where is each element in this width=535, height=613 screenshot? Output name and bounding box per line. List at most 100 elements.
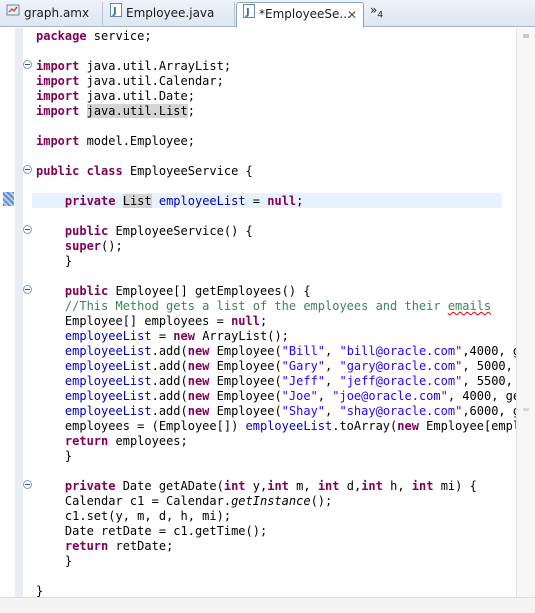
java-file-icon: J xyxy=(243,3,255,26)
code-token: Employee[empl xyxy=(418,419,521,433)
code-token: null xyxy=(231,314,260,328)
overview-ruler[interactable] xyxy=(516,28,535,598)
code-line: employeeList = new ArrayList(); xyxy=(36,329,520,344)
fold-collapse-icon[interactable] xyxy=(23,480,32,489)
code-line: package service; xyxy=(36,29,520,44)
code-token: new xyxy=(187,389,210,403)
code-token: Date getADate( xyxy=(115,479,224,493)
code-token: "Bill" xyxy=(281,344,326,358)
code-token: Date retDate = c1.getTime(); xyxy=(36,524,268,538)
code-token: new xyxy=(187,359,210,373)
code-token: public xyxy=(64,284,109,298)
tab-graph-amx[interactable]: graph.amx xyxy=(0,2,103,27)
code-token: ,4000, g xyxy=(462,344,521,358)
code-token: } xyxy=(36,254,73,268)
java-file-icon: J xyxy=(110,2,122,25)
code-token: public xyxy=(36,164,80,178)
code-line: private List employeeList = null; xyxy=(36,194,520,209)
code-token: , xyxy=(325,359,340,373)
code-token: "Jeff" xyxy=(281,374,326,388)
tab-employee-java[interactable]: J Employee.java xyxy=(104,2,235,27)
code-token: java.util.Calendar; xyxy=(79,74,224,88)
code-line: ​ xyxy=(36,464,520,479)
code-token: int xyxy=(223,479,246,493)
tab-overflow-button[interactable]: »4 xyxy=(370,3,383,22)
code-token: Employee( xyxy=(209,404,282,418)
code-line: return retDate; xyxy=(36,539,520,554)
code-line: ​ xyxy=(36,119,520,134)
fold-collapse-icon[interactable] xyxy=(23,225,32,234)
code-token: class xyxy=(86,164,123,178)
code-token: , 5000, xyxy=(462,359,521,373)
fold-collapse-icon[interactable] xyxy=(23,165,32,174)
code-token: "bill@oracle.com" xyxy=(339,344,463,358)
code-token: import xyxy=(36,74,80,88)
code-token: service; xyxy=(86,29,152,43)
code-token: EmployeeService { xyxy=(122,164,253,178)
code-token: import xyxy=(36,134,80,148)
code-token: return xyxy=(64,434,109,448)
code-token: Employee( xyxy=(209,374,282,388)
code-line: employeeList.add(new Employee("Shay", "s… xyxy=(36,404,520,419)
code-token: h, xyxy=(382,479,412,493)
code-token: employeeList xyxy=(64,374,152,388)
code-token: retDate; xyxy=(108,539,174,553)
code-editor[interactable]: package service;​import java.util.ArrayL… xyxy=(36,29,520,599)
code-token: return xyxy=(64,539,109,553)
code-line: private Date getADate(int y,int m, int d… xyxy=(36,479,520,494)
code-token: "joe@oracle.com" xyxy=(332,389,448,403)
fold-collapse-icon[interactable] xyxy=(23,285,32,294)
tab-label: *EmployeeSe... xyxy=(259,7,351,21)
fold-collapse-icon[interactable] xyxy=(23,60,32,69)
close-icon[interactable]: ✕ xyxy=(347,4,357,27)
code-token: (); xyxy=(310,494,333,508)
code-line: employeeList.add(new Employee("Gary", "g… xyxy=(36,359,520,374)
code-line: employees = (Employee[]) employeeList.to… xyxy=(36,419,520,434)
code-token: ; xyxy=(296,194,304,208)
code-line: //This Method gets a list of the employe… xyxy=(36,299,520,314)
code-token: mi) { xyxy=(433,479,477,493)
code-token: emails xyxy=(447,299,492,313)
code-token: = xyxy=(151,329,174,343)
code-token: //This Method gets a list of the employe… xyxy=(64,299,448,313)
tab-label: graph.amx xyxy=(24,6,90,20)
code-line: ​ xyxy=(36,209,520,224)
code-line: ​ xyxy=(36,149,520,164)
code-token: new xyxy=(187,404,210,418)
code-token: "Joe" xyxy=(281,389,318,403)
code-line: import java.util.List; xyxy=(36,104,520,119)
code-token: Employee( xyxy=(209,344,282,358)
code-token: import xyxy=(36,59,80,73)
code-token: "Gary" xyxy=(281,359,326,373)
code-token: package xyxy=(36,29,87,43)
code-token: import xyxy=(36,89,80,103)
code-token: .toArray( xyxy=(332,419,398,433)
code-token: new xyxy=(397,419,419,433)
code-line: public class EmployeeService { xyxy=(36,164,520,179)
code-token: , 4000, ge xyxy=(447,389,521,403)
code-token: getInstance xyxy=(231,494,311,508)
code-line: ​ xyxy=(36,44,520,59)
tab-label: Employee.java xyxy=(126,6,215,20)
code-line: employeeList.add(new Employee("Bill", "b… xyxy=(36,344,520,359)
code-token: private xyxy=(64,194,116,208)
code-token: ArrayList(); xyxy=(194,329,289,343)
code-token: employeeList xyxy=(245,419,333,433)
tab-employee-service[interactable]: J *EmployeeSe... ✕ xyxy=(236,2,364,28)
code-token: java.util.List xyxy=(86,104,188,118)
horizontal-scrollbar[interactable] xyxy=(0,597,535,613)
code-token: model.Employee; xyxy=(79,134,195,148)
overview-warning-marker xyxy=(523,408,529,411)
code-token: = xyxy=(245,194,268,208)
code-line: } xyxy=(36,254,520,269)
bookmark-marker-icon[interactable] xyxy=(3,192,14,206)
code-token: int xyxy=(317,479,340,493)
